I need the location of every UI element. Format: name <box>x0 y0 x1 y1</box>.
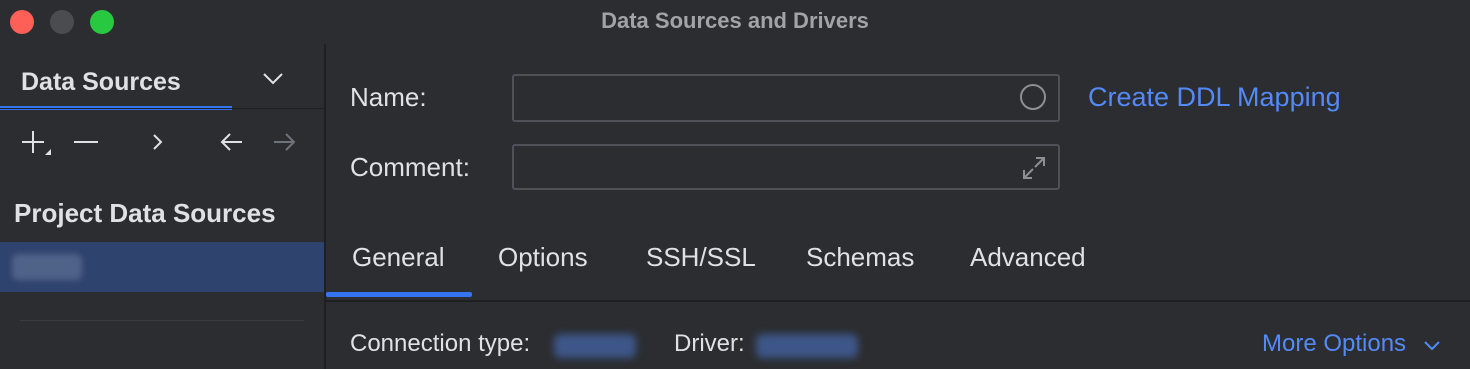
create-ddl-mapping-link[interactable]: Create DDL Mapping <box>1088 82 1341 113</box>
comment-field[interactable] <box>512 144 1060 190</box>
plus-icon[interactable] <box>18 128 52 165</box>
chevron-down-icon[interactable] <box>262 72 284 91</box>
name-label: Name: <box>350 82 427 112</box>
driver-label: Driver: <box>674 330 745 357</box>
name-input[interactable] <box>514 76 1058 120</box>
connection-type-value[interactable] <box>554 334 636 358</box>
tab-ssh-ssl[interactable]: SSH/SSL <box>646 242 756 273</box>
driver-value[interactable] <box>756 334 858 358</box>
arrow-right-icon <box>270 128 298 161</box>
name-field[interactable] <box>512 74 1060 122</box>
minus-icon[interactable] <box>72 128 100 161</box>
chevron-right-icon[interactable] <box>150 128 166 161</box>
settings-tabs: General Options SSH/SSL Schemas Advanced <box>326 240 1470 302</box>
section-title: Project Data Sources <box>14 198 276 228</box>
active-tab-indicator <box>326 292 472 297</box>
sidebar: Data Sources Project Data Sources <box>0 44 326 369</box>
window-title: Data Sources and Drivers <box>601 8 869 33</box>
connection-type-label: Connection type: <box>350 330 531 357</box>
tab-options[interactable]: Options <box>498 242 588 273</box>
sidebar-toolbar <box>0 120 324 160</box>
expand-icon[interactable] <box>1020 154 1048 187</box>
tab-advanced[interactable]: Advanced <box>970 242 1086 273</box>
arrow-left-icon[interactable] <box>218 128 246 161</box>
sidebar-list-divider <box>20 320 304 321</box>
data-source-redacted <box>12 254 82 280</box>
sidebar-divider <box>0 108 324 109</box>
chevron-down-icon <box>1423 331 1441 359</box>
tab-schemas[interactable]: Schemas <box>806 242 914 273</box>
tab-general[interactable]: General <box>352 242 445 273</box>
circle-icon[interactable] <box>1020 84 1046 110</box>
main-panel: Name: Create DDL Mapping Comment: Genera… <box>326 44 1470 369</box>
more-options-label: More Options <box>1262 330 1407 357</box>
comment-label: Comment: <box>350 152 470 182</box>
tab-data-sources[interactable]: Data Sources <box>0 68 232 110</box>
comment-input[interactable] <box>514 146 1058 188</box>
more-options-button[interactable]: More Options <box>1262 330 1441 359</box>
title-bar: Data Sources and Drivers <box>0 0 1470 44</box>
tab-data-sources-label: Data Sources <box>21 68 181 96</box>
